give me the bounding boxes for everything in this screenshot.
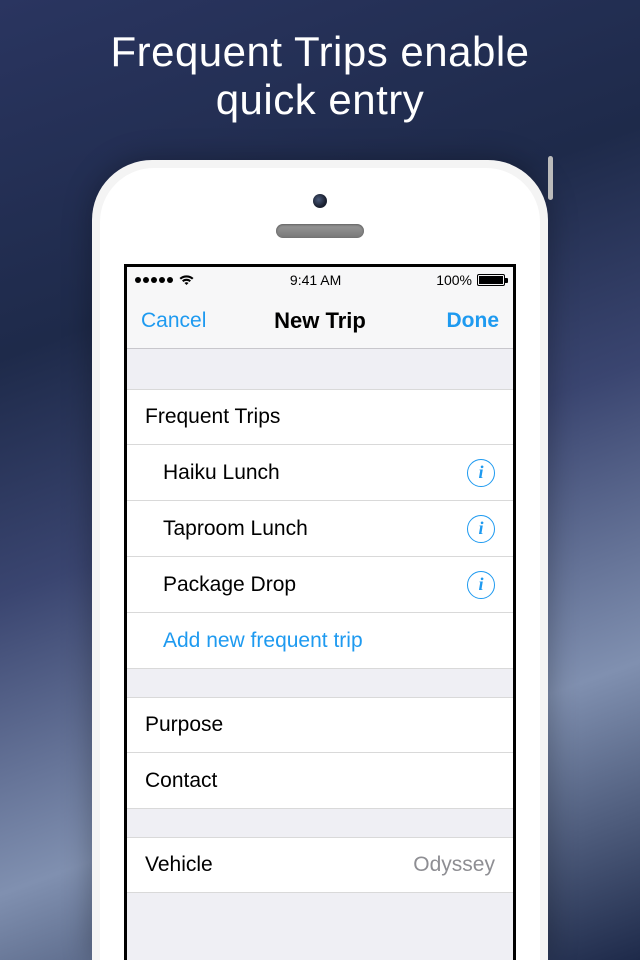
status-bar-left: [135, 274, 195, 286]
frequent-trips-header-cell[interactable]: Frequent Trips: [127, 389, 513, 445]
promo-headline: Frequent Trips enable quick entry: [0, 0, 640, 125]
list-spacer: [127, 669, 513, 697]
promo-line-2: quick entry: [216, 76, 425, 123]
add-frequent-trip-label: Add new frequent trip: [163, 629, 495, 653]
purpose-label: Purpose: [145, 713, 495, 737]
info-icon[interactable]: i: [467, 515, 495, 543]
frequent-trip-row[interactable]: Haiku Lunch i: [127, 445, 513, 501]
list-spacer: [127, 809, 513, 837]
purpose-cell[interactable]: Purpose: [127, 697, 513, 753]
list-spacer: [127, 349, 513, 389]
frequent-trip-label: Package Drop: [163, 573, 467, 597]
contact-cell[interactable]: Contact: [127, 753, 513, 809]
promo-line-1: Frequent Trips enable: [110, 28, 529, 75]
frequent-trips-header-label: Frequent Trips: [145, 405, 495, 429]
frequent-trip-label: Taproom Lunch: [163, 517, 467, 541]
vehicle-cell[interactable]: Vehicle Odyssey: [127, 837, 513, 893]
cancel-button[interactable]: Cancel: [141, 309, 206, 333]
battery-icon: [477, 274, 505, 286]
info-icon[interactable]: i: [467, 459, 495, 487]
nav-bar: Cancel New Trip Done: [127, 293, 513, 349]
status-bar-right: 100%: [436, 272, 505, 288]
vehicle-label: Vehicle: [145, 853, 413, 877]
phone-side-button: [548, 156, 553, 200]
signal-strength-icon: [135, 277, 173, 283]
status-bar-time: 9:41 AM: [290, 272, 341, 288]
status-bar: 9:41 AM 100%: [127, 267, 513, 293]
add-frequent-trip-button[interactable]: Add new frequent trip: [127, 613, 513, 669]
done-button[interactable]: Done: [447, 309, 500, 333]
wifi-icon: [178, 274, 195, 286]
frequent-trip-row[interactable]: Package Drop i: [127, 557, 513, 613]
frequent-trip-row[interactable]: Taproom Lunch i: [127, 501, 513, 557]
phone-frame: 9:41 AM 100% Cancel New Trip Done Freque: [92, 160, 548, 960]
phone-bezel: 9:41 AM 100% Cancel New Trip Done Freque: [100, 168, 540, 960]
frequent-trip-label: Haiku Lunch: [163, 461, 467, 485]
phone-camera: [313, 194, 327, 208]
info-icon[interactable]: i: [467, 571, 495, 599]
screen: 9:41 AM 100% Cancel New Trip Done Freque: [124, 264, 516, 960]
battery-percent: 100%: [436, 272, 472, 288]
vehicle-value: Odyssey: [413, 853, 495, 877]
phone-speaker: [276, 224, 364, 238]
contact-label: Contact: [145, 769, 495, 793]
form-list: Frequent Trips Haiku Lunch i Taproom Lun…: [127, 349, 513, 893]
